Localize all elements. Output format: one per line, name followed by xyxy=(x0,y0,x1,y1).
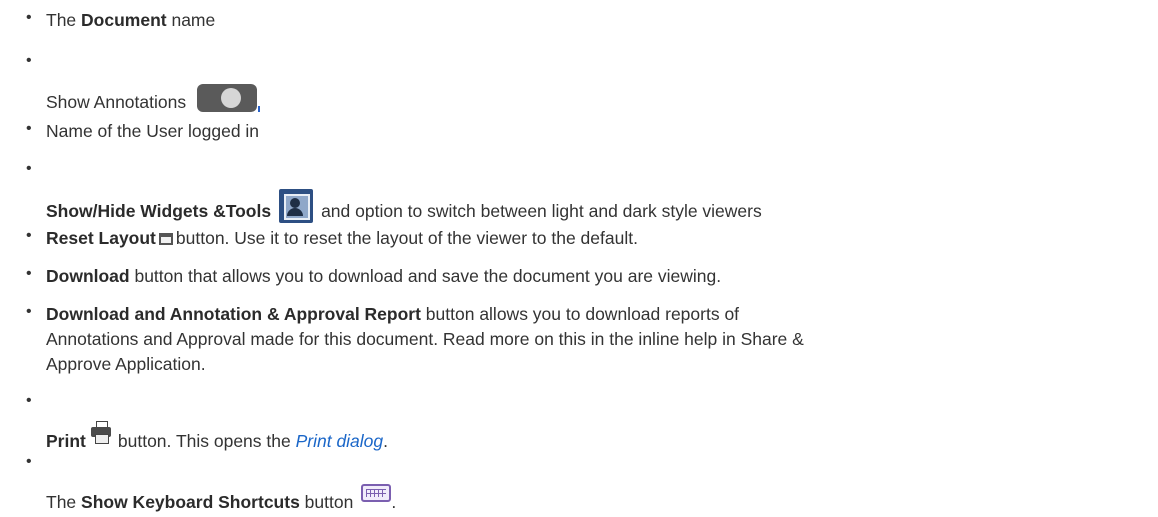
print-term: Print xyxy=(46,431,86,451)
printer-icon xyxy=(90,421,112,444)
list-item-text: Print button. This opens the Print dialog… xyxy=(46,421,388,452)
bullet: • xyxy=(26,392,32,409)
bullet: • xyxy=(26,303,32,320)
list-item-text: Reset Layout button. Use it to reset the … xyxy=(46,228,638,248)
document-term: Document xyxy=(81,10,167,30)
list-item-text-cont: Approve Application. xyxy=(46,354,206,374)
list-item-text: The Show Keyboard Shortcuts button. xyxy=(46,484,396,513)
bullet: • xyxy=(26,227,32,244)
bullet: • xyxy=(26,265,32,282)
list-item-text: Show/Hide Widgets &Tools and option to sw… xyxy=(46,189,762,223)
list-item-text: Name of the User logged in xyxy=(46,121,260,141)
print-dialog-link[interactable]: Print dialog xyxy=(296,431,384,451)
reset-layout-term: Reset Layout xyxy=(46,228,156,248)
keyboard-icon xyxy=(361,484,392,502)
widgets-tools-term: Show/Hide Widgets &Tools xyxy=(46,201,272,221)
keyboard-shortcuts-term: Show Keyboard Shortcuts xyxy=(81,492,300,512)
list-item-text: Download and Annotation & Approval Repor… xyxy=(46,304,740,324)
list-item-text-cont: Annotations and Approval made for this d… xyxy=(46,329,804,349)
bullet: • xyxy=(26,160,32,177)
bullet: • xyxy=(26,453,32,470)
list-item-text: The Document name xyxy=(46,10,216,30)
bullet: • xyxy=(26,52,32,69)
bullet: • xyxy=(26,120,32,137)
list-item-text: Download button that allows you to downl… xyxy=(46,266,722,286)
widgets-tools-icon xyxy=(279,189,314,223)
reset-layout-icon xyxy=(158,233,173,245)
report-term: Download and Annotation & Approval Repor… xyxy=(46,304,421,324)
toggle-switch-icon xyxy=(196,84,257,112)
list-item-text: Show Annotations xyxy=(46,84,260,113)
download-term: Download xyxy=(46,266,130,286)
bullet: • xyxy=(26,9,32,26)
